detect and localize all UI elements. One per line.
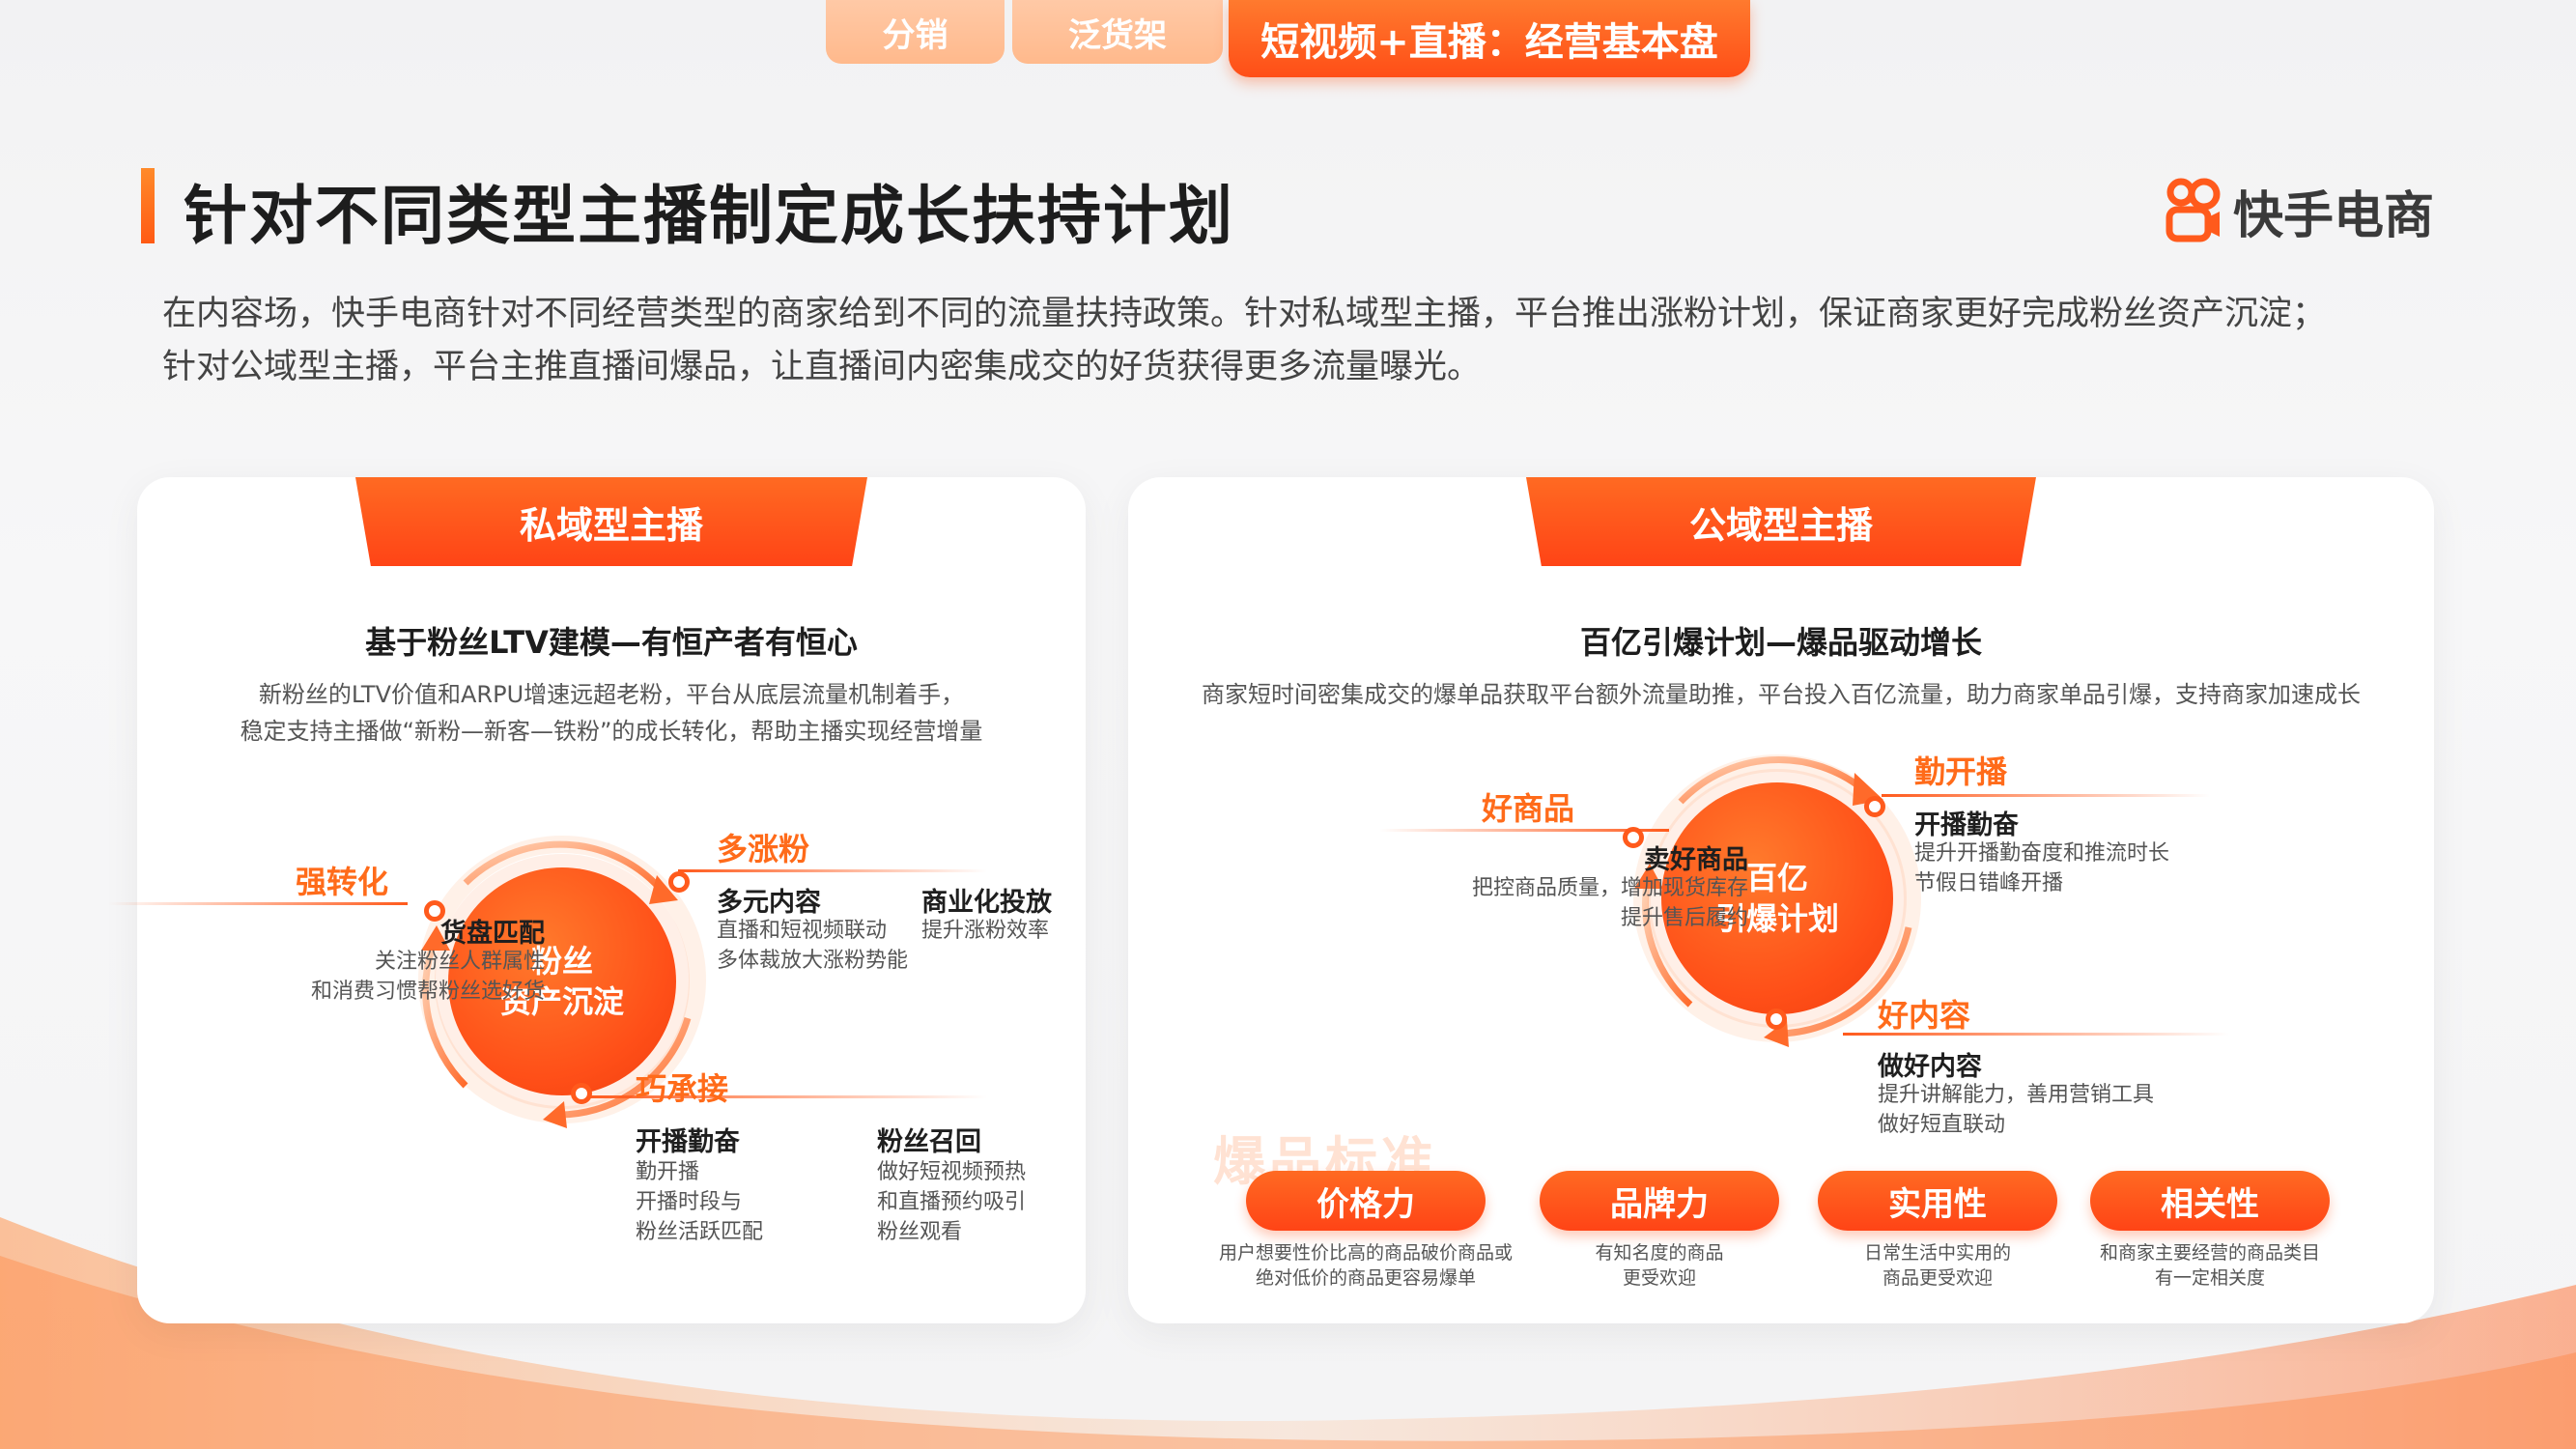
public-top-right-line [1882,794,2210,797]
standard-practical-desc: 日常生活中实用的 商品更受欢迎 [1863,1242,2011,1289]
private-bottom-node-dot [571,1083,592,1104]
public-left-desc: 把控商品质量，增加现货库存 提升售后履约 [1471,876,1748,930]
standard-brand-pill: 品牌力 [1540,1171,1779,1231]
public-top-right-desc: 提升开播勤奋度和推流时长 节假日错峰开播 [1914,841,2170,895]
private-top-line [678,869,987,872]
public-bottom-right-desc: 提升讲解能力，善用营销工具 做好短直联动 [1878,1083,2155,1137]
top-tabs: 分销 泛货架 短视频+直播：经营基本盘 [0,0,2576,87]
page-title: 针对不同类型主播制定成长扶持计划 [184,179,1234,253]
standard-price-desc: 用户想要性价比高的商品破价商品或 绝对低价的商品更容易爆单 [1218,1242,1513,1289]
tab-short-video-live[interactable]: 短视频+直播：经营基本盘 [1229,0,1750,77]
private-left-title: 货盘匹配 [440,919,545,949]
private-anchor-tag: 私域型主播 [355,477,867,566]
standard-relevance-desc: 和商家主要经营的商品类目 有一定相关度 [2099,1242,2320,1289]
private-bottom-item1-title: 开播勤奋 [636,1127,740,1157]
public-anchor-tag: 公域型主播 [1526,477,2036,566]
brand-logo: 快手电商 [2164,172,2434,249]
private-left-label: 强转化 [296,864,389,900]
public-center-line-1: 百亿 [1745,860,1808,896]
public-top-right-title: 开播勤奋 [1914,810,2019,840]
private-bottom-item2-title: 粉丝召回 [877,1127,981,1157]
public-desc: 商家短时间密集成交的爆单品获取平台额外流量助推，平台投入百亿流量，助力商家单品引… [1128,676,2434,713]
public-bottom-right-node-dot [1766,1009,1787,1030]
private-top-item1-title: 多元内容 [717,888,821,918]
private-top-node-dot [668,871,690,893]
public-top-right-node-dot [1864,796,1885,817]
public-anchor-card: 公域型主播 百亿引爆计划—爆品驱动增长 商家短时间密集成交的爆单品获取平台额外流… [1128,477,2434,1323]
private-desc-line-1: 新粉丝的LTV价值和ARPU增速远超老粉，平台从底层流量机制着手， [258,681,965,708]
public-heading: 百亿引爆计划—爆品驱动增长 [1579,624,1982,661]
private-left-line [108,902,408,905]
public-left-label: 好商品 [1482,790,1575,827]
intro-text: 在内容场，快手电商针对不同经营类型的商家给到不同的流量扶持政策。针对私域型主播，… [162,288,2422,394]
public-left-title: 卖好商品 [1644,845,1748,875]
public-bottom-right-title: 做好内容 [1878,1052,1982,1082]
private-top-item1-desc: 直播和短视频联动 多体裁放大涨粉势能 [717,919,909,973]
tab-distribution[interactable]: 分销 [826,0,1005,64]
tab-shelf[interactable]: 泛货架 [1012,0,1223,64]
private-anchor-card: 私域型主播 基于粉丝LTV建模—有恒产者有恒心 新粉丝的LTV价值和ARPU增速… [108,477,1086,1323]
private-desc-line-2: 稳定支持主播做“新粉—新客—铁粉”的成长转化，帮助主播实现经营增量 [240,718,983,745]
private-top-item2-desc: 提升涨粉效率 [921,919,1050,943]
standard-practical-pill: 实用性 [1818,1171,2057,1231]
public-top-right-label: 勤开播 [1914,753,2008,790]
public-left-node-dot [1623,827,1644,848]
public-bottom-right-label: 好内容 [1878,997,1971,1034]
standard-price-pill: 价格力 [1246,1171,1486,1231]
title-accent-bar [141,168,155,243]
private-desc: 新粉丝的LTV价值和ARPU增速远超老粉，平台从底层流量机制着手， 稳定支持主播… [137,676,1086,750]
private-top-label: 多涨粉 [717,831,810,867]
private-bottom-item1-desc: 勤开播 开播时段与 粉丝活跃匹配 [636,1160,764,1244]
private-left-desc: 关注粉丝人群属性 和消费习惯帮粉丝选好货 [310,950,545,1004]
intro-line-2: 针对公域型主播，平台主推直播间爆品，让直播间内密集成交的好货获得更多流量曝光。 [162,348,1482,386]
intro-line-1: 在内容场，快手电商针对不同经营类型的商家给到不同的流量扶持政策。针对私域型主播，… [162,295,2327,333]
brand-name: 快手电商 [2233,186,2435,245]
kuaishou-logo-icon [2166,178,2221,242]
private-top-item2-title: 商业化投放 [921,888,1052,918]
public-desc-line-1: 商家短时间密集成交的爆单品获取平台额外流量助推，平台投入百亿流量，助力商家单品引… [1202,681,2361,708]
standard-relevance-pill: 相关性 [2090,1171,2330,1231]
private-bottom-label: 巧承接 [636,1070,729,1107]
private-bottom-item2-desc: 做好短视频预热 和直播预约吸引 粉丝观看 [877,1160,1027,1244]
private-heading: 基于粉丝LTV建模—有恒产者有恒心 [365,624,858,661]
standard-brand-desc: 有知名度的商品 更受欢迎 [1595,1242,1724,1289]
